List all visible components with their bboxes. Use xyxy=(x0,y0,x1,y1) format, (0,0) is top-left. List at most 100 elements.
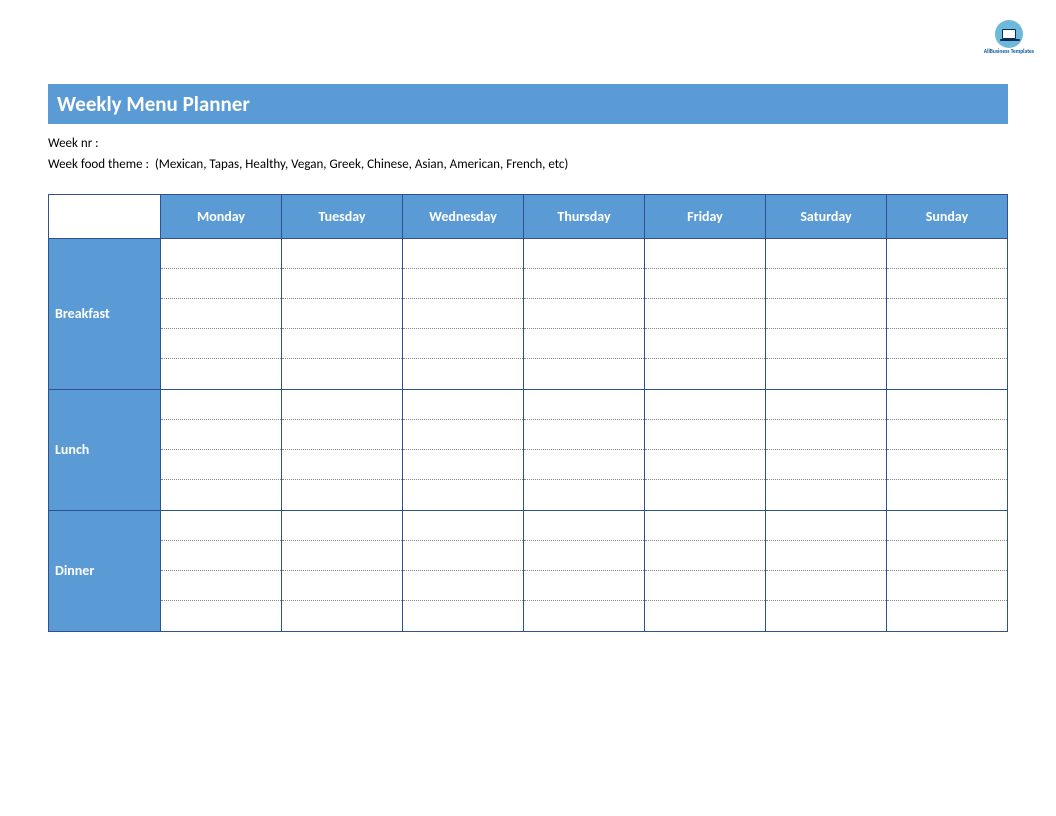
slot-line[interactable] xyxy=(645,329,765,359)
slot-line[interactable] xyxy=(766,390,886,420)
slot-line[interactable] xyxy=(887,359,1007,389)
slot-line[interactable] xyxy=(403,269,523,299)
cell-lunch-saturday[interactable] xyxy=(766,389,887,510)
cell-dinner-saturday[interactable] xyxy=(766,510,887,631)
slot-line[interactable] xyxy=(887,450,1007,480)
slot-line[interactable] xyxy=(887,571,1007,601)
slot-line[interactable] xyxy=(282,450,402,480)
slot-line[interactable] xyxy=(524,450,644,480)
slot-line[interactable] xyxy=(161,299,281,329)
slot-line[interactable] xyxy=(524,390,644,420)
slot-line[interactable] xyxy=(524,571,644,601)
slot-line[interactable] xyxy=(403,390,523,420)
slot-line[interactable] xyxy=(161,329,281,359)
cell-lunch-tuesday[interactable] xyxy=(282,389,403,510)
slot-line[interactable] xyxy=(645,359,765,389)
slot-line[interactable] xyxy=(524,601,644,631)
slot-line[interactable] xyxy=(524,239,644,269)
cell-breakfast-tuesday[interactable] xyxy=(282,238,403,389)
slot-line[interactable] xyxy=(282,239,402,269)
slot-line[interactable] xyxy=(282,511,402,541)
slot-line[interactable] xyxy=(282,390,402,420)
slot-line[interactable] xyxy=(403,420,523,450)
cell-breakfast-friday[interactable] xyxy=(645,238,766,389)
slot-line[interactable] xyxy=(887,269,1007,299)
slot-line[interactable] xyxy=(161,541,281,571)
cell-lunch-friday[interactable] xyxy=(645,389,766,510)
cell-breakfast-thursday[interactable] xyxy=(524,238,645,389)
slot-line[interactable] xyxy=(161,480,281,510)
slot-line[interactable] xyxy=(282,480,402,510)
slot-line[interactable] xyxy=(161,359,281,389)
slot-line[interactable] xyxy=(161,239,281,269)
slot-line[interactable] xyxy=(766,480,886,510)
slot-line[interactable] xyxy=(645,541,765,571)
slot-line[interactable] xyxy=(403,571,523,601)
slot-line[interactable] xyxy=(766,511,886,541)
slot-line[interactable] xyxy=(766,269,886,299)
slot-line[interactable] xyxy=(161,450,281,480)
slot-line[interactable] xyxy=(161,390,281,420)
slot-line[interactable] xyxy=(403,601,523,631)
slot-line[interactable] xyxy=(887,420,1007,450)
slot-line[interactable] xyxy=(403,511,523,541)
slot-line[interactable] xyxy=(524,511,644,541)
slot-line[interactable] xyxy=(524,299,644,329)
slot-line[interactable] xyxy=(161,269,281,299)
slot-line[interactable] xyxy=(282,299,402,329)
slot-line[interactable] xyxy=(282,359,402,389)
slot-line[interactable] xyxy=(403,299,523,329)
slot-line[interactable] xyxy=(403,329,523,359)
slot-line[interactable] xyxy=(645,601,765,631)
slot-line[interactable] xyxy=(645,450,765,480)
cell-dinner-monday[interactable] xyxy=(161,510,282,631)
slot-line[interactable] xyxy=(766,541,886,571)
cell-breakfast-sunday[interactable] xyxy=(887,238,1008,389)
slot-line[interactable] xyxy=(282,601,402,631)
slot-line[interactable] xyxy=(766,601,886,631)
cell-dinner-tuesday[interactable] xyxy=(282,510,403,631)
slot-line[interactable] xyxy=(645,420,765,450)
slot-line[interactable] xyxy=(161,511,281,541)
cell-dinner-wednesday[interactable] xyxy=(403,510,524,631)
cell-breakfast-saturday[interactable] xyxy=(766,238,887,389)
slot-line[interactable] xyxy=(403,450,523,480)
cell-lunch-monday[interactable] xyxy=(161,389,282,510)
slot-line[interactable] xyxy=(524,269,644,299)
slot-line[interactable] xyxy=(766,450,886,480)
cell-lunch-sunday[interactable] xyxy=(887,389,1008,510)
slot-line[interactable] xyxy=(887,390,1007,420)
slot-line[interactable] xyxy=(766,571,886,601)
slot-line[interactable] xyxy=(645,480,765,510)
slot-line[interactable] xyxy=(161,601,281,631)
slot-line[interactable] xyxy=(161,420,281,450)
slot-line[interactable] xyxy=(403,239,523,269)
cell-dinner-sunday[interactable] xyxy=(887,510,1008,631)
slot-line[interactable] xyxy=(645,269,765,299)
slot-line[interactable] xyxy=(403,480,523,510)
slot-line[interactable] xyxy=(524,541,644,571)
cell-breakfast-wednesday[interactable] xyxy=(403,238,524,389)
slot-line[interactable] xyxy=(645,571,765,601)
slot-line[interactable] xyxy=(887,601,1007,631)
slot-line[interactable] xyxy=(524,329,644,359)
slot-line[interactable] xyxy=(887,329,1007,359)
slot-line[interactable] xyxy=(766,329,886,359)
slot-line[interactable] xyxy=(887,299,1007,329)
slot-line[interactable] xyxy=(766,420,886,450)
slot-line[interactable] xyxy=(282,329,402,359)
slot-line[interactable] xyxy=(282,420,402,450)
slot-line[interactable] xyxy=(645,239,765,269)
slot-line[interactable] xyxy=(766,239,886,269)
slot-line[interactable] xyxy=(524,359,644,389)
slot-line[interactable] xyxy=(766,299,886,329)
slot-line[interactable] xyxy=(524,480,644,510)
slot-line[interactable] xyxy=(645,299,765,329)
slot-line[interactable] xyxy=(403,359,523,389)
cell-dinner-thursday[interactable] xyxy=(524,510,645,631)
slot-line[interactable] xyxy=(766,359,886,389)
slot-line[interactable] xyxy=(645,390,765,420)
slot-line[interactable] xyxy=(282,541,402,571)
slot-line[interactable] xyxy=(403,541,523,571)
cell-breakfast-monday[interactable] xyxy=(161,238,282,389)
